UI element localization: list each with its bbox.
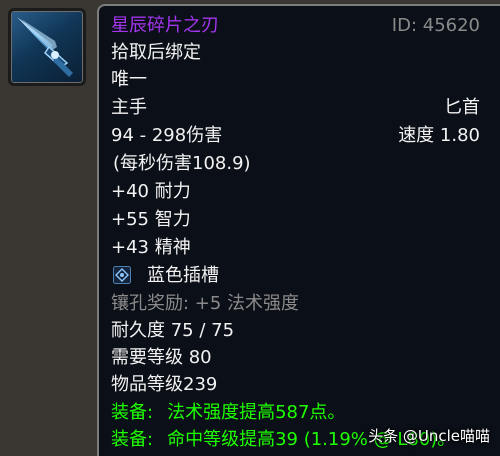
equip-prefix: 装备: <box>111 429 154 450</box>
item-level: 物品等级239 <box>111 374 218 395</box>
watermark: 头条 @Uncle喵喵 <box>368 427 490 445</box>
equip-text: 法术强度提高587点。 <box>167 402 346 423</box>
item-id: ID: 45620 <box>391 15 480 36</box>
dagger-icon <box>17 17 73 77</box>
stat-stamina: +40 耐力 <box>111 181 191 202</box>
item-icon[interactable] <box>8 8 86 86</box>
socket-label: 蓝色插槽 <box>147 265 219 286</box>
equip-effect: 装备: 法术强度提高587点。 <box>111 401 345 425</box>
equip-slot: 主手 <box>111 97 147 118</box>
stat-spirit: +43 精神 <box>111 237 191 258</box>
unique-label: 唯一 <box>111 69 147 90</box>
socket-bonus: 镶孔奖励: +5 法术强度 <box>111 293 300 314</box>
damage-range: 94 - 298伤害 <box>111 125 223 146</box>
dps-value: (每秒伤害108.9) <box>113 153 251 174</box>
weapon-type: 匕首 <box>444 97 480 118</box>
socket-row: 蓝色插槽 <box>111 264 219 288</box>
bind-type: 拾取后绑定 <box>111 42 201 63</box>
required-level: 需要等级 80 <box>111 347 212 368</box>
equip-prefix: 装备: <box>111 402 154 423</box>
item-name: 星辰碎片之刃 <box>111 15 219 36</box>
stat-intellect: +55 智力 <box>111 209 191 230</box>
item-tooltip: 星辰碎片之刃 ID: 45620 拾取后绑定 唯一 主手 匕首 94 - 298… <box>97 4 500 456</box>
weapon-speed: 速度 1.80 <box>398 125 480 146</box>
durability: 耐久度 75 / 75 <box>111 320 235 341</box>
blue-socket-icon <box>113 266 131 284</box>
